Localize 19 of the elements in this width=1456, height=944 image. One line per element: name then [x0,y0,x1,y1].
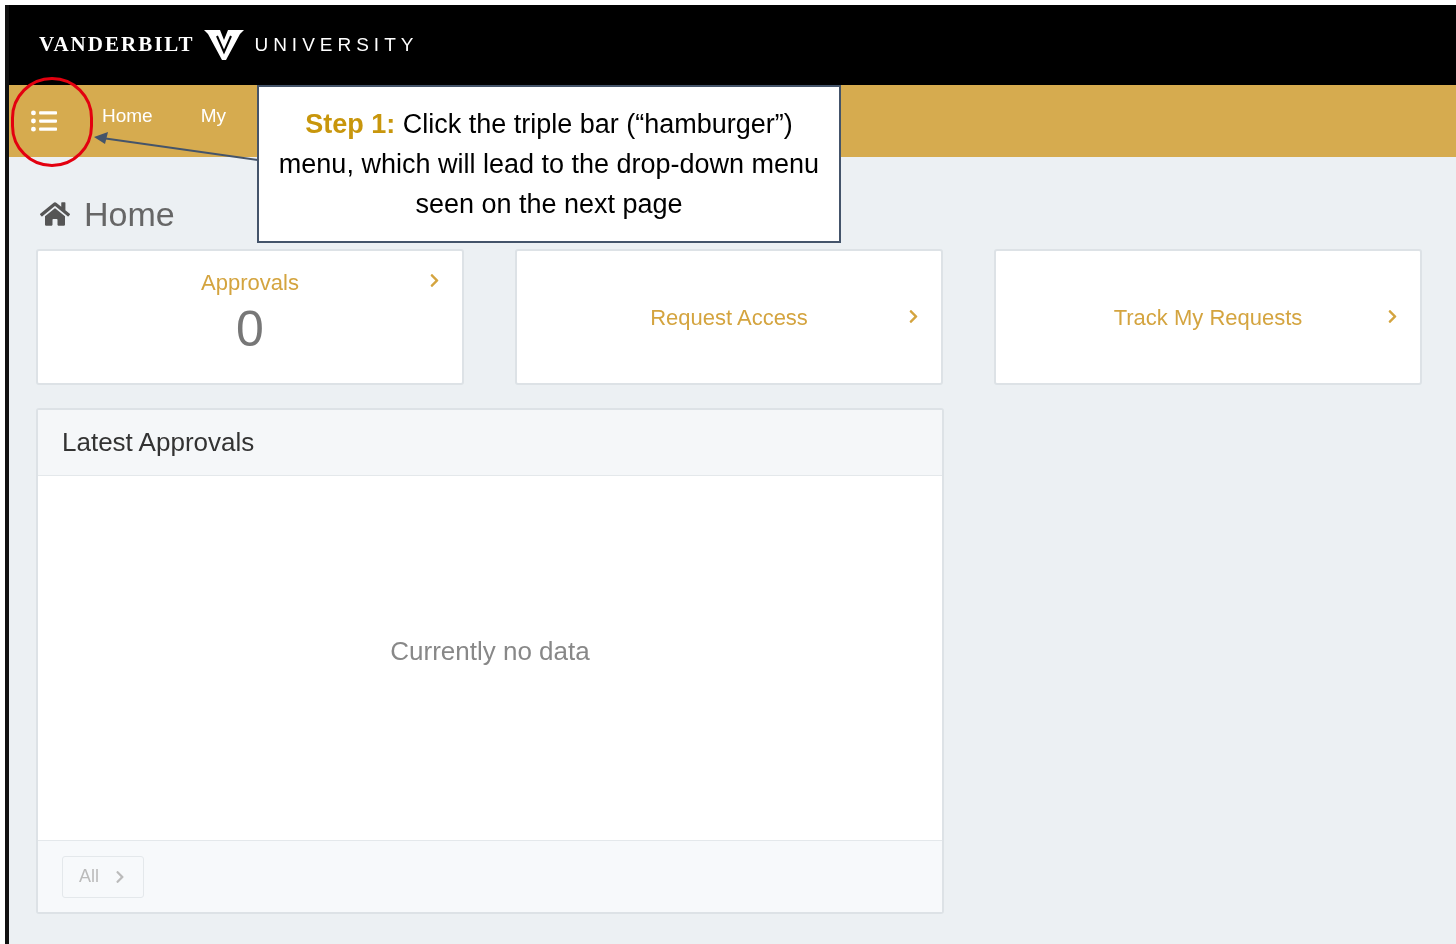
brand-wordmark: VANDERBILT [39,31,195,59]
callout-text: Step 1: Click the triple bar (“hamburger”) menu, which will lead to the drop-down menu seen on the next page [277,108,821,221]
empty-state-text: Currently no data [390,635,590,668]
nav-tile[interactable]: Track My Requests [994,249,1422,385]
home-icon [40,199,70,229]
nav-link[interactable]: Home [102,106,153,126]
tile-title: Track My Requests [1113,303,1303,332]
menu-icon[interactable] [31,108,57,134]
brand-wordmark: UNIVERSITY [254,32,419,57]
all-button[interactable]: All [62,855,144,898]
tile-title: Approvals [201,268,299,297]
tile-title: Request Access [650,303,808,332]
tile-count: 0 [236,299,264,359]
nav-tile[interactable]: Approvals 0 [36,249,464,385]
page-title: Home [84,193,175,235]
nav-link[interactable]: My [200,106,226,126]
shield-logo-icon [202,28,247,62]
panel-title: Latest Approvals [62,426,255,459]
nav-tile[interactable]: Request Access [515,249,943,385]
